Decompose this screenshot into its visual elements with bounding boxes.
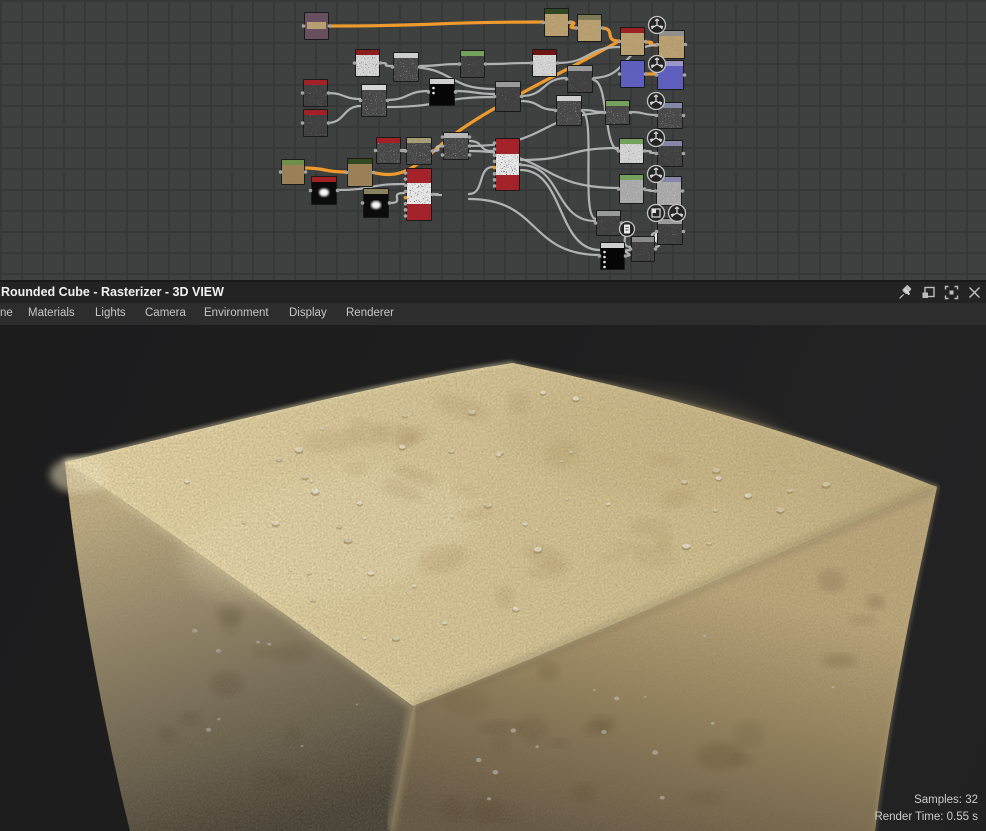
graph-wire[interactable] <box>469 112 619 146</box>
close-icon[interactable] <box>967 285 982 300</box>
graph-node[interactable] <box>345 158 376 187</box>
pin-icon[interactable] <box>898 285 913 300</box>
graph-node[interactable] <box>441 132 472 160</box>
graph-wire-active[interactable] <box>304 168 346 172</box>
graph-wire-active[interactable] <box>329 22 543 26</box>
graph-node[interactable] <box>565 65 596 93</box>
graph-node[interactable] <box>542 8 572 37</box>
menu-item-display[interactable]: Display <box>289 307 327 319</box>
graph-wire[interactable] <box>630 112 657 115</box>
graph-node[interactable] <box>359 84 390 117</box>
menu-item-materials[interactable]: Materials <box>28 307 75 319</box>
graph-wire[interactable] <box>469 167 493 194</box>
menu-item-environment[interactable]: Environment <box>204 307 269 319</box>
maximize-icon[interactable] <box>944 285 959 300</box>
float-window-icon[interactable] <box>921 285 936 300</box>
graph-node[interactable] <box>554 95 585 126</box>
graph-node[interactable] <box>530 49 560 77</box>
graph-node[interactable] <box>575 14 605 42</box>
graph-wire[interactable] <box>521 148 618 160</box>
graph-node[interactable] <box>404 168 435 221</box>
samples-label: Samples: 32 <box>874 792 978 809</box>
node-graph-canvas[interactable] <box>0 0 986 280</box>
graph-node[interactable] <box>617 174 647 204</box>
graph-node[interactable] <box>598 242 628 270</box>
3d-viewport[interactable]: Samples: 32 Render Time: 0.55 s <box>0 325 986 831</box>
3d-view-titlebar[interactable]: Rounded Cube - Rasterizer - 3D VIEW <box>0 282 986 303</box>
graph-node[interactable] <box>656 30 688 59</box>
graph-node[interactable] <box>361 188 392 218</box>
graph-wire-active[interactable] <box>601 28 619 41</box>
graph-wire[interactable] <box>327 93 361 99</box>
graph-node[interactable] <box>655 218 686 245</box>
graph-wire[interactable] <box>327 106 361 123</box>
graph-wire[interactable] <box>418 64 460 66</box>
cube-grain-overlay <box>65 363 937 831</box>
document-badge-icon[interactable] <box>620 222 635 237</box>
3d-view-badge-icon[interactable] <box>669 205 686 222</box>
node-graph-panel[interactable] <box>0 0 986 280</box>
menu-item-scene[interactable]: ne <box>0 307 13 319</box>
graph-node[interactable] <box>617 138 647 164</box>
graph-wire[interactable] <box>581 111 596 219</box>
graph-node[interactable] <box>374 137 404 164</box>
graph-node[interactable] <box>603 100 633 125</box>
graph-node[interactable] <box>618 60 648 88</box>
menu-item-renderer[interactable]: Renderer <box>346 307 394 319</box>
application-window: Rounded Cube - Rasterizer - 3D VIEW <box>0 0 986 831</box>
graph-wire[interactable] <box>521 101 556 110</box>
graph-wire[interactable] <box>557 47 620 63</box>
graph-node[interactable] <box>493 138 523 191</box>
3d-view-badge-icon[interactable] <box>648 93 665 110</box>
graph-node[interactable] <box>391 52 422 82</box>
graph-wire[interactable] <box>469 151 619 188</box>
3d-view-menubar: ne Materials Lights Camera Environment D… <box>0 303 986 326</box>
graph-wire[interactable] <box>390 193 404 203</box>
3d-view-badge-icon[interactable] <box>648 130 665 147</box>
graph-node[interactable] <box>458 50 488 78</box>
graph-node[interactable] <box>629 236 658 262</box>
graph-wire[interactable] <box>455 91 495 94</box>
graph-node[interactable] <box>493 81 524 112</box>
rendered-cube <box>0 325 986 831</box>
graph-node[interactable] <box>427 78 458 106</box>
graph-wire[interactable] <box>386 91 429 100</box>
3d-view-badge-icon[interactable] <box>649 17 666 34</box>
menu-item-lights[interactable]: Lights <box>95 307 126 319</box>
graph-node[interactable] <box>302 12 332 40</box>
graph-node[interactable] <box>353 49 383 77</box>
window-title: Rounded Cube - Rasterizer - 3D VIEW <box>1 285 224 299</box>
render-time-label: Render Time: 0.55 s <box>874 809 978 826</box>
graph-node[interactable] <box>594 210 624 236</box>
graph-node[interactable] <box>301 109 331 137</box>
menu-item-camera[interactable]: Camera <box>145 307 186 319</box>
graph-node[interactable] <box>404 137 435 165</box>
graph-wire[interactable] <box>485 63 532 64</box>
graph-node[interactable] <box>618 27 648 56</box>
graph-wire[interactable] <box>521 165 595 221</box>
graph-node[interactable] <box>309 176 340 205</box>
graph-wire[interactable] <box>469 199 600 255</box>
graph-node[interactable] <box>301 79 331 107</box>
render-stats: Samples: 32 Render Time: 0.55 s <box>874 792 978 826</box>
graph-node[interactable] <box>279 159 308 185</box>
3d-view-badge-icon[interactable] <box>648 166 665 183</box>
3d-view-badge-icon[interactable] <box>649 56 666 73</box>
2d-view-badge-icon[interactable] <box>648 205 665 222</box>
